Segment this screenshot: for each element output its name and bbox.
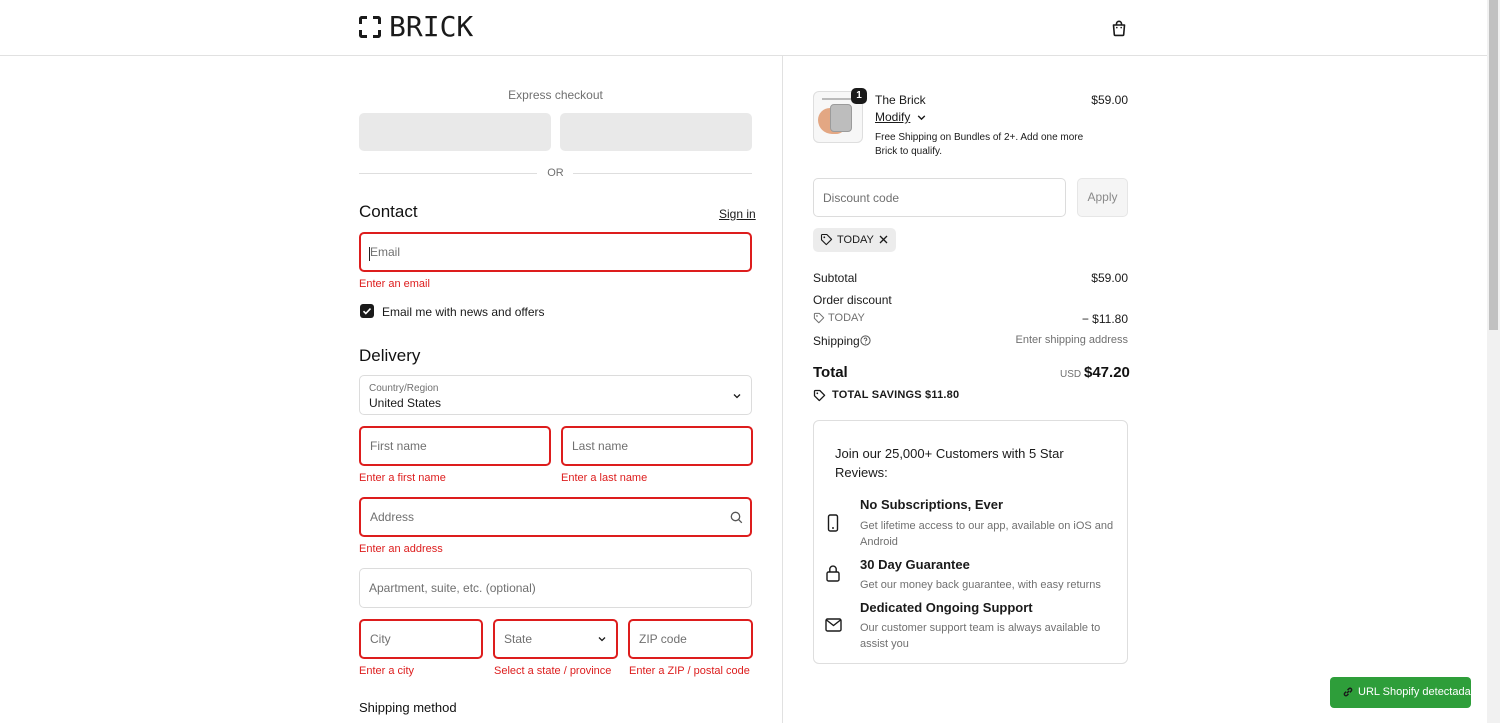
- shopping-bag-icon[interactable]: [1110, 19, 1128, 37]
- last-name-placeholder: Last name: [572, 439, 629, 453]
- country-label: Country/Region: [369, 383, 439, 394]
- email-error: Enter an email: [359, 278, 430, 290]
- total-currency: USD: [1060, 369, 1082, 380]
- brick-logo-mark-icon: [359, 16, 381, 38]
- newsletter-checkbox[interactable]: [360, 304, 374, 318]
- country-select[interactable]: Country/Region United States: [359, 375, 752, 415]
- state-error: Select a state / province: [494, 665, 612, 677]
- applied-code-label: TODAY: [837, 234, 874, 246]
- email-field[interactable]: Email: [359, 232, 752, 272]
- shopify-badge-label: URL Shopify detectada: [1358, 686, 1471, 698]
- chevron-down-icon[interactable]: [916, 112, 927, 123]
- order-discount-label: Order discount: [813, 293, 892, 307]
- zip-placeholder: ZIP code: [639, 632, 687, 646]
- address-error: Enter an address: [359, 543, 443, 555]
- chevron-down-icon: [733, 394, 741, 399]
- total-value: $47.20: [1084, 364, 1130, 381]
- product-name: The Brick: [875, 93, 926, 107]
- discount-value: − $11.80: [1081, 312, 1128, 326]
- city-field[interactable]: City: [359, 619, 483, 659]
- total-label: Total: [813, 364, 848, 381]
- apply-button[interactable]: Apply: [1077, 178, 1128, 217]
- state-select[interactable]: State: [493, 619, 618, 659]
- tag-icon: [820, 233, 833, 246]
- shipping-value: Enter shipping address: [1015, 334, 1128, 346]
- product-price: $59.00: [1091, 93, 1128, 107]
- apartment-field[interactable]: Apartment, suite, etc. (optional): [359, 568, 752, 608]
- address-field[interactable]: Address: [359, 497, 752, 537]
- trust-box-title: Join our 25,000+ Customers with 5 Star R…: [835, 446, 1064, 480]
- or-text: OR: [547, 167, 564, 179]
- apartment-placeholder: Apartment, suite, etc. (optional): [369, 581, 536, 595]
- feature-description: Get lifetime access to our app, availabl…: [860, 520, 1114, 548]
- first-name-field[interactable]: First name: [359, 426, 551, 466]
- column-divider: [782, 56, 783, 723]
- tag-icon: [813, 389, 826, 402]
- modify-link[interactable]: Modify: [875, 110, 910, 124]
- discount-code-field[interactable]: Discount code: [813, 178, 1066, 217]
- discount-code-line: TODAY: [828, 312, 865, 324]
- product-note: Free Shipping on Bundles of 2+. Add one …: [875, 132, 1084, 157]
- sign-in-link[interactable]: Sign in: [719, 207, 756, 221]
- shopify-detected-badge[interactable]: URL Shopify detectada: [1330, 677, 1471, 708]
- country-value: United States: [369, 396, 442, 410]
- feature-title: 30 Day Guarantee: [860, 557, 970, 572]
- lock-icon: [826, 565, 840, 582]
- subtotal-value: $59.00: [1091, 271, 1128, 285]
- close-icon[interactable]: [878, 234, 889, 245]
- logo-text: BRICK: [389, 10, 474, 43]
- feature-description: Get our money back guarantee, with easy …: [860, 579, 1101, 591]
- mail-icon: [825, 618, 842, 632]
- first-name-placeholder: First name: [370, 439, 427, 453]
- express-pay-button-1[interactable]: [359, 113, 551, 151]
- applied-discount-chip: TODAY: [813, 228, 896, 252]
- or-divider: OR: [359, 166, 752, 180]
- total-savings: TOTAL SAVINGS $11.80: [832, 389, 960, 401]
- express-checkout-label: Express checkout: [508, 88, 603, 102]
- first-name-error: Enter a first name: [359, 472, 446, 484]
- shipping-label: Shipping: [813, 334, 860, 348]
- subtotal-label: Subtotal: [813, 271, 858, 285]
- brick-logo[interactable]: BRICK: [359, 13, 473, 41]
- express-pay-button-2[interactable]: [560, 113, 752, 151]
- last-name-field[interactable]: Last name: [561, 426, 753, 466]
- feature-title: Dedicated Ongoing Support: [860, 600, 1033, 615]
- city-placeholder: City: [370, 632, 391, 646]
- chevron-down-icon: [598, 637, 606, 642]
- last-name-error: Enter a last name: [561, 472, 648, 484]
- scrollbar-thumb[interactable]: [1489, 0, 1498, 330]
- shipping-method-title: Shipping method: [359, 700, 457, 715]
- link-icon: [1343, 687, 1353, 697]
- checkmark-icon: [362, 308, 372, 315]
- help-circle-icon[interactable]: [860, 335, 871, 346]
- feature-description: Our customer support team is always avai…: [860, 622, 1101, 650]
- newsletter-label[interactable]: Email me with news and offers: [382, 305, 545, 319]
- contact-title: Contact: [359, 202, 418, 221]
- tag-icon: [813, 312, 825, 324]
- email-placeholder: Email: [370, 245, 401, 259]
- header: BRICK: [0, 0, 1487, 56]
- city-error: Enter a city: [359, 665, 415, 677]
- phone-icon: [827, 514, 839, 532]
- zip-error: Enter a ZIP / postal code: [629, 665, 750, 677]
- address-placeholder: Address: [370, 510, 415, 524]
- quantity-badge: 1: [851, 88, 867, 104]
- delivery-title: Delivery: [359, 346, 421, 365]
- state-placeholder: State: [504, 632, 533, 646]
- feature-title: No Subscriptions, Ever: [860, 497, 1004, 512]
- zip-field[interactable]: ZIP code: [628, 619, 753, 659]
- discount-placeholder: Discount code: [823, 190, 900, 205]
- search-icon[interactable]: [730, 511, 743, 524]
